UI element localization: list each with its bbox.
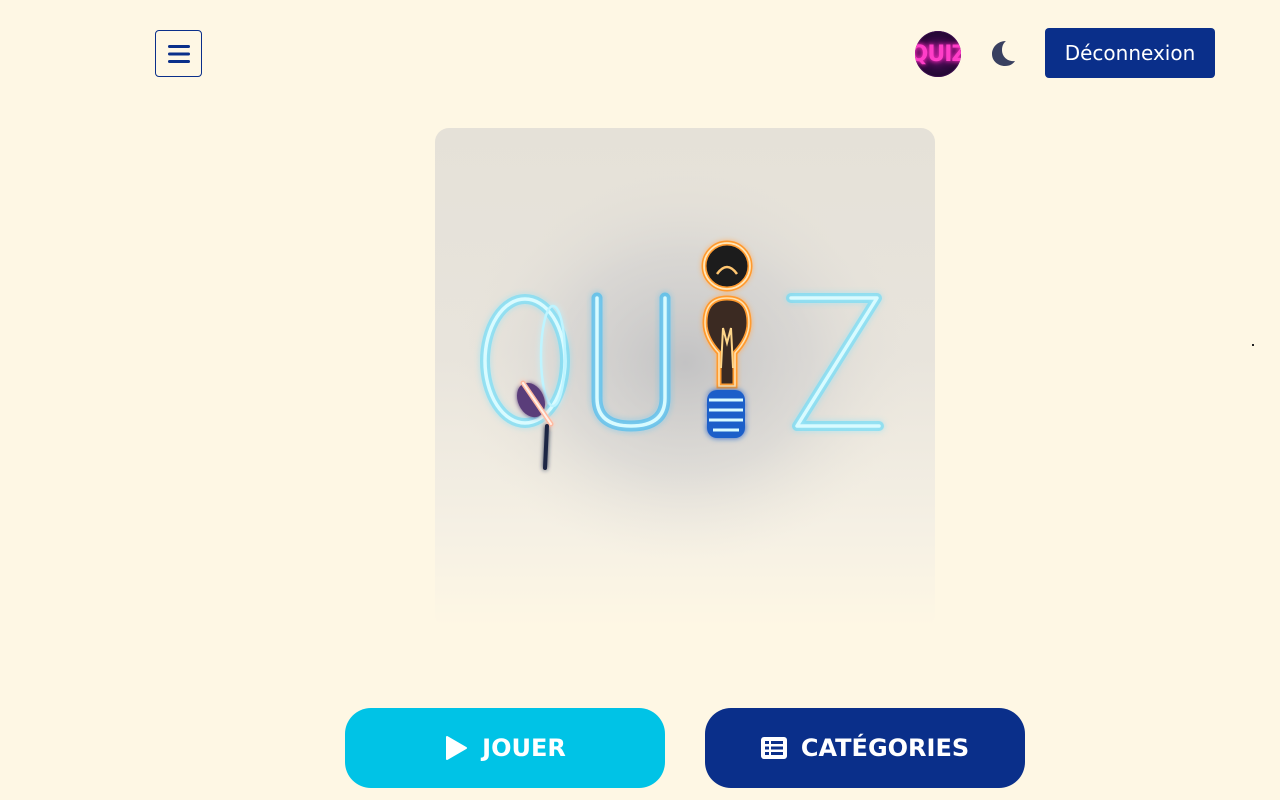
user-avatar[interactable]: QUIZ	[915, 31, 961, 77]
categories-button-label: CATÉGORIES	[800, 734, 970, 762]
play-button-label: JOUER	[482, 734, 566, 762]
theme-toggle-button[interactable]	[986, 36, 1020, 70]
quiz-hero-image	[435, 128, 935, 628]
hamburger-menu-icon	[167, 44, 190, 63]
logout-button[interactable]: Déconnexion	[1045, 28, 1215, 78]
neon-quiz-illustration	[455, 163, 915, 563]
app-page: QUIZ Déconnexion JOUER CATÉGORIES	[0, 0, 1280, 800]
list-icon	[760, 737, 787, 759]
categories-button[interactable]: CATÉGORIES	[705, 708, 1025, 788]
menu-button[interactable]	[155, 30, 202, 77]
play-button[interactable]: JOUER	[345, 708, 665, 788]
stray-dot	[1252, 344, 1254, 346]
moon-icon	[992, 41, 1015, 66]
avatar-logo-text: QUIZ	[915, 41, 961, 67]
play-icon	[446, 736, 468, 760]
